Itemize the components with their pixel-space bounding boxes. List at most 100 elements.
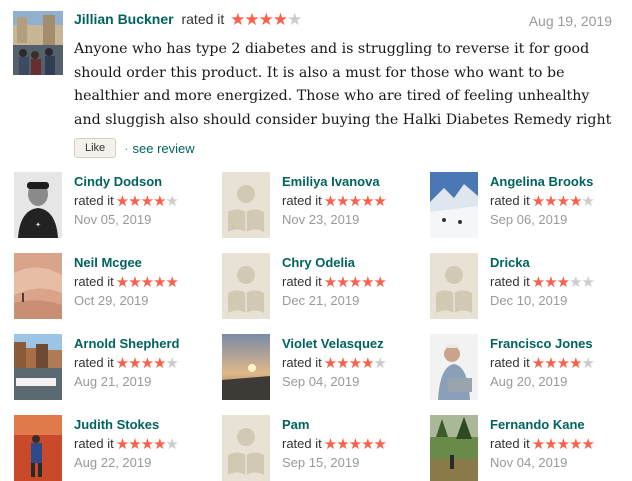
rating-date[interactable]: Nov 04, 2019 [490, 454, 594, 473]
rating-info: Neil Mcgee rated it ★★★★★ Oct 29, 2019 [74, 254, 179, 311]
rating-date[interactable]: Sep 15, 2019 [282, 454, 386, 473]
user-avatar[interactable] [222, 415, 270, 481]
reviewer-avatar[interactable] [13, 11, 63, 75]
rated-label: rated it [490, 354, 530, 370]
see-review-link[interactable]: see review [133, 141, 195, 156]
rating-stars: ★★★★★ [323, 354, 387, 372]
rated-line: rated it ★★★★★ [74, 354, 179, 374]
user-avatar[interactable] [222, 172, 270, 238]
rating-stars: ★★★★★ [531, 192, 595, 210]
user-avatar[interactable] [430, 172, 478, 238]
rated-label: rated it [282, 192, 322, 208]
rating-card: Judith Stokes rated it ★★★★★ Aug 22, 2019 [14, 415, 214, 481]
rating-card: Neil Mcgee rated it ★★★★★ Oct 29, 2019 [14, 253, 214, 319]
rated-label: rated it [282, 354, 322, 370]
review-header: Jillian Buckner rated it ★★★★★ Aug 19, 2… [74, 10, 614, 30]
rating-card: Francisco Jones rated it ★★★★★ Aug 20, 2019 [430, 334, 630, 400]
rating-info: Fernando Kane rated it ★★★★★ Nov 04, 2019 [490, 416, 595, 473]
rating-stars: ★★★★★ [531, 354, 595, 372]
rating-info: Chry Odelia rated it ★★★★★ Dec 21, 2019 [282, 254, 387, 311]
rating-card: Arnold Shepherd rated it ★★★★★ Aug 21, 2019 [14, 334, 214, 400]
like-button[interactable]: Like [74, 138, 117, 158]
rating-card: Angelina Brooks rated it ★★★★★ Sep 06, 2019 [430, 172, 630, 238]
user-name[interactable]: Chry Odelia [282, 254, 386, 273]
rating-info: Pam rated it ★★★★★ Sep 15, 2019 [282, 416, 387, 473]
rated-label: rated it [490, 192, 530, 208]
rated-line: rated it ★★★★★ [282, 273, 387, 293]
rating-card: Dricka rated it ★★★★★ Dec 10, 2019 [430, 253, 630, 319]
rated-label: rated it [74, 273, 114, 289]
rated-label: rated it [282, 435, 322, 451]
user-name[interactable]: Arnold Shepherd [74, 335, 179, 354]
rated-line: rated it ★★★★★ [282, 354, 387, 374]
user-name[interactable]: Violet Velasquez [282, 335, 386, 354]
rated-label: rated it [74, 192, 114, 208]
review-date[interactable]: Aug 19, 2019 [529, 12, 612, 30]
rating-info: Judith Stokes rated it ★★★★★ Aug 22, 2019 [74, 416, 179, 473]
rating-info: Dricka rated it ★★★★★ Dec 10, 2019 [490, 254, 595, 311]
rating-info: Emiliya Ivanova rated it ★★★★★ Nov 23, 2019 [282, 173, 387, 230]
rated-label: rated it [282, 273, 322, 289]
user-avatar[interactable] [430, 334, 478, 400]
user-name[interactable]: Judith Stokes [74, 416, 178, 435]
rating-date[interactable]: Nov 05, 2019 [74, 211, 178, 230]
rated-label: rated it [74, 354, 114, 370]
rating-date[interactable]: Sep 04, 2019 [282, 373, 386, 392]
user-name[interactable]: Pam [282, 416, 386, 435]
user-avatar[interactable] [14, 415, 62, 481]
rating-stars: ★★★★★ [531, 435, 595, 453]
rating-stars: ★★★★★ [531, 273, 595, 291]
separator-dot: · [124, 140, 129, 156]
rating-stars: ★★★★★ [115, 435, 179, 453]
rated-line: rated it ★★★★★ [282, 435, 387, 455]
rating-stars: ★★★★★ [115, 192, 179, 210]
user-avatar[interactable] [430, 415, 478, 481]
rated-line: rated it ★★★★★ [74, 192, 179, 212]
user-name[interactable]: Francisco Jones [490, 335, 594, 354]
rating-date[interactable]: Nov 23, 2019 [282, 211, 386, 230]
rating-stars: ★★★★★ [323, 435, 387, 453]
rated-label: rated it [490, 435, 530, 451]
rated-line: rated it ★★★★★ [490, 192, 595, 212]
rating-stars: ★★★★★ [323, 273, 387, 291]
rating-info: Angelina Brooks rated it ★★★★★ Sep 06, 2019 [490, 173, 595, 230]
rating-info: Francisco Jones rated it ★★★★★ Aug 20, 2019 [490, 335, 595, 392]
rating-info: Cindy Dodson rated it ★★★★★ Nov 05, 2019 [74, 173, 179, 230]
rating-date[interactable]: Aug 21, 2019 [74, 373, 179, 392]
user-name[interactable]: Cindy Dodson [74, 173, 178, 192]
rated-line: rated it ★★★★★ [74, 435, 179, 455]
user-avatar[interactable] [14, 253, 62, 319]
user-avatar[interactable]: ✦ [14, 172, 62, 238]
rating-card: Emiliya Ivanova rated it ★★★★★ Nov 23, 2019 [222, 172, 422, 238]
user-avatar[interactable] [222, 334, 270, 400]
reviewer-name[interactable]: Jillian Buckner [74, 11, 174, 27]
user-avatar[interactable] [222, 253, 270, 319]
user-name[interactable]: Dricka [490, 254, 594, 273]
rating-stars: ★★★★★ [230, 10, 302, 29]
rated-line: rated it ★★★★★ [490, 273, 595, 293]
rating-card: Fernando Kane rated it ★★★★★ Nov 04, 2019 [430, 415, 630, 481]
rating-info: Violet Velasquez rated it ★★★★★ Sep 04, 201… [282, 335, 387, 392]
user-name[interactable]: Angelina Brooks [490, 173, 594, 192]
user-name[interactable]: Emiliya Ivanova [282, 173, 386, 192]
rating-date[interactable]: Dec 21, 2019 [282, 292, 386, 311]
rating-card: Pam rated it ★★★★★ Sep 15, 2019 [222, 415, 422, 481]
rating-date[interactable]: Dec 10, 2019 [490, 292, 594, 311]
rating-date[interactable]: Oct 29, 2019 [74, 292, 178, 311]
rated-label: rated it [490, 273, 530, 289]
user-avatar[interactable] [14, 334, 62, 400]
rated-line: rated it ★★★★★ [490, 435, 595, 455]
review-actions: Like · see review [74, 137, 195, 159]
rating-card: Violet Velasquez rated it ★★★★★ Sep 04, 201… [222, 334, 422, 400]
rating-info: Arnold Shepherd rated it ★★★★★ Aug 21, 2019 [74, 335, 179, 392]
rated-line: rated it ★★★★★ [282, 192, 387, 212]
rating-date[interactable]: Sep 06, 2019 [490, 211, 594, 230]
rating-date[interactable]: Aug 20, 2019 [490, 373, 594, 392]
rating-stars: ★★★★★ [323, 192, 387, 210]
user-name[interactable]: Fernando Kane [490, 416, 594, 435]
user-name[interactable]: Neil Mcgee [74, 254, 178, 273]
rating-date[interactable]: Aug 22, 2019 [74, 454, 178, 473]
user-avatar[interactable] [430, 253, 478, 319]
rated-label: rated it [181, 11, 225, 27]
rating-stars: ★★★★★ [115, 354, 179, 372]
